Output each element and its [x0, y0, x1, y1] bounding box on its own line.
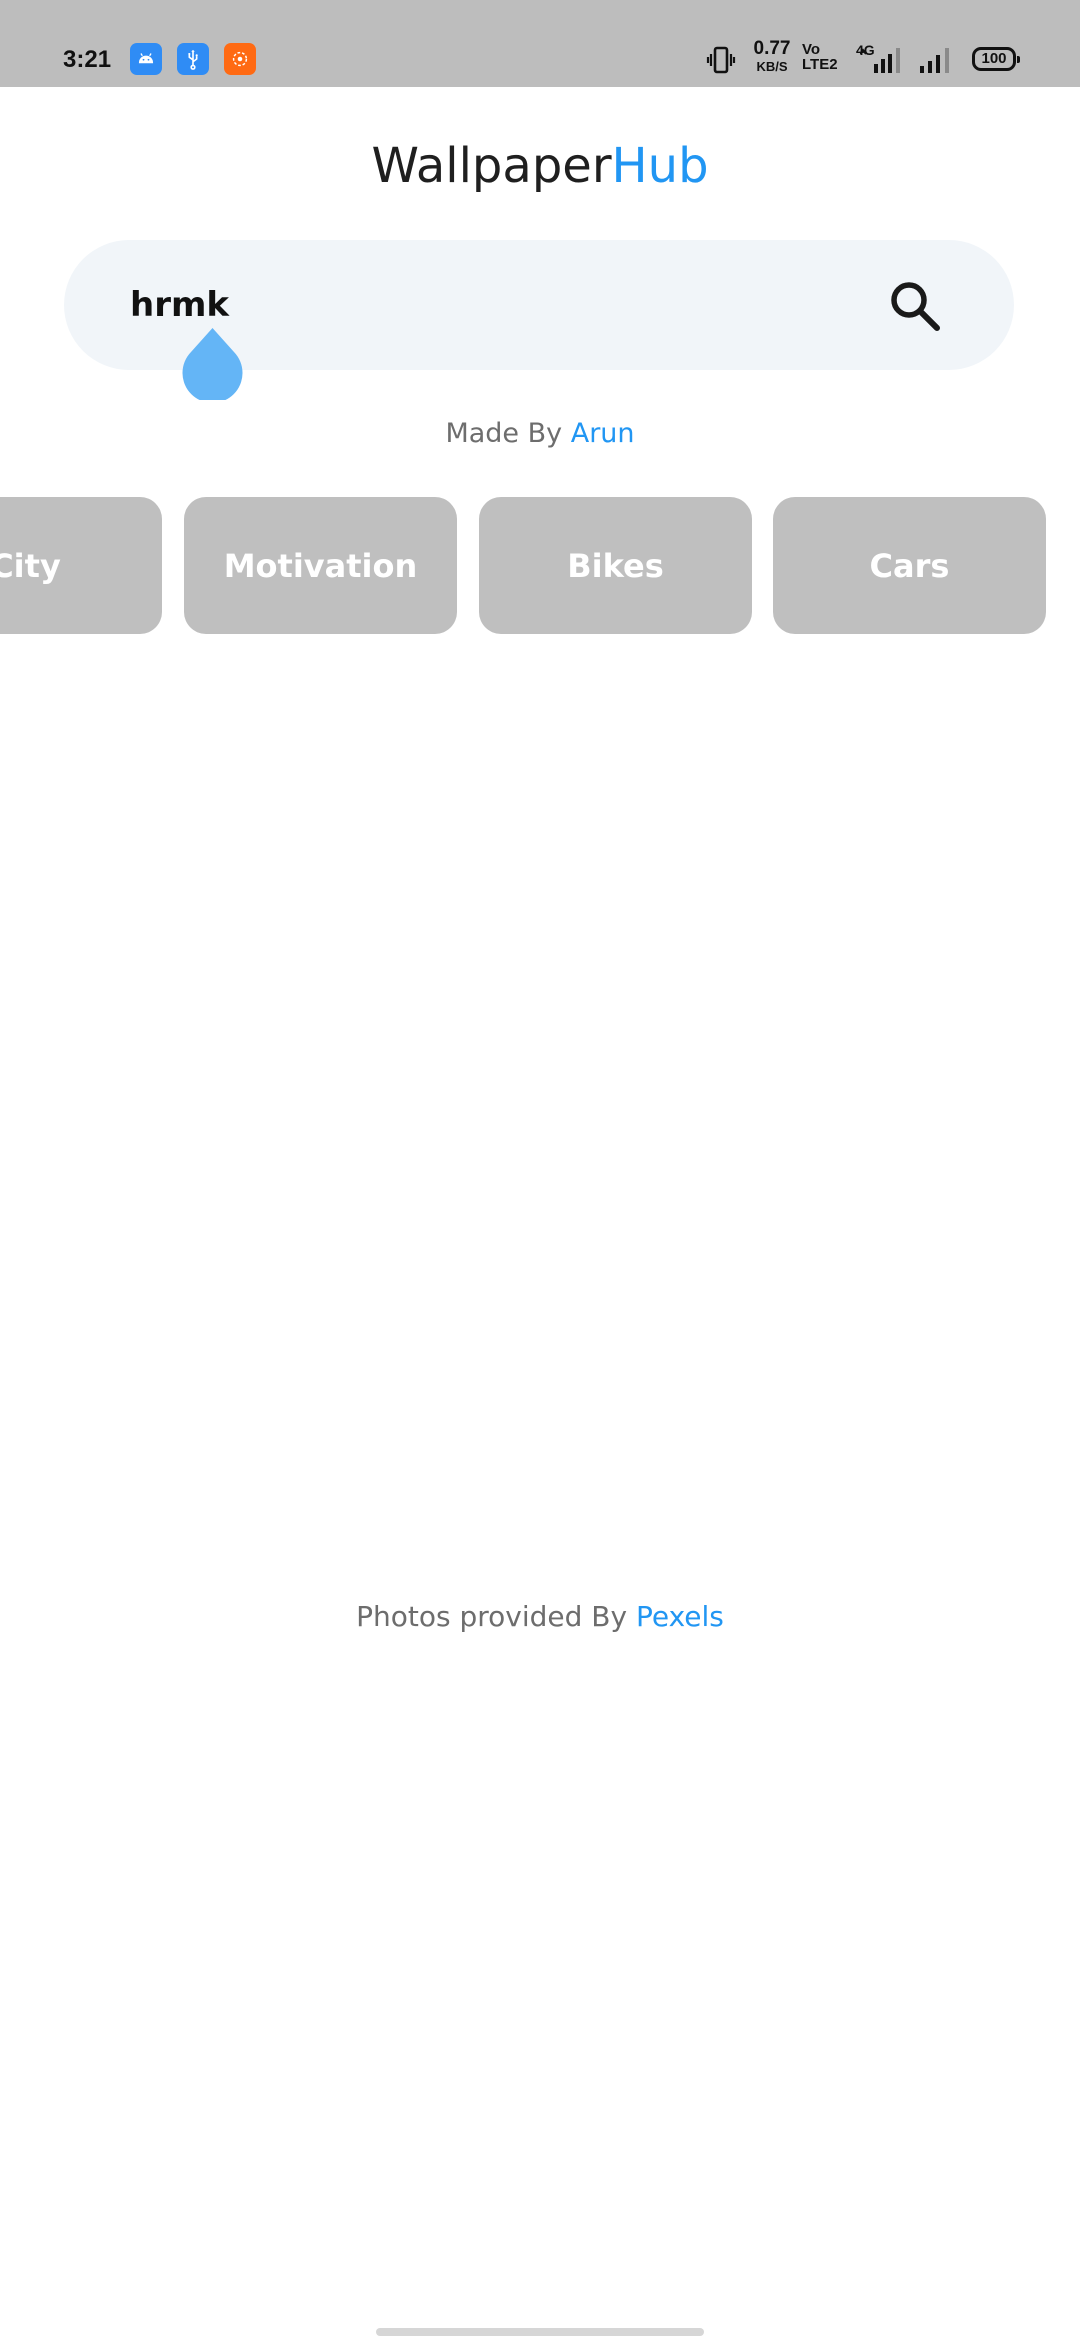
category-motivation[interactable]: Motivation — [184, 497, 457, 634]
signal-4g-icon — [860, 48, 900, 73]
battery-indicator: 100 — [972, 47, 1020, 71]
category-bikes[interactable]: Bikes — [479, 497, 752, 634]
app-title: WallpaperHub — [0, 138, 1080, 194]
status-bar: 3:21 0.77 KB/S Vo LTE2 4G 100 — [0, 0, 1080, 87]
app-title-part2: Hub — [611, 138, 709, 194]
search-input[interactable] — [130, 280, 830, 330]
vibrate-icon — [706, 46, 736, 74]
category-cars[interactable]: Cars — [773, 497, 1046, 634]
photo-credit: Photos provided By Pexels — [0, 1600, 1080, 1633]
category-list: City Motivation Bikes Cars — [0, 497, 1080, 634]
cursor-handle-icon[interactable] — [182, 328, 243, 400]
volte-bottom: LTE2 — [802, 56, 838, 73]
volte-indicator: Vo LTE2 — [802, 42, 838, 72]
screen-recorder-icon — [224, 43, 256, 75]
volte-top: Vo — [802, 41, 821, 58]
network-speed: 0.77 KB/S — [750, 39, 794, 73]
made-by-credit: Made By Arun — [0, 418, 1080, 449]
made-by-prefix: Made By — [445, 418, 563, 449]
category-city[interactable]: City — [0, 497, 162, 634]
category-label: Motivation — [223, 546, 418, 585]
home-indicator[interactable] — [376, 2328, 704, 2336]
signal-icon — [920, 48, 949, 73]
pexels-link[interactable]: Pexels — [636, 1600, 724, 1633]
category-label: Bikes — [567, 546, 664, 585]
category-label: Cars — [869, 546, 950, 585]
search-icon — [891, 282, 940, 331]
category-label: City — [0, 546, 61, 585]
android-icon — [130, 43, 162, 75]
search-button[interactable] — [884, 275, 946, 337]
app-title-part1: Wallpaper — [371, 138, 612, 194]
author-link[interactable]: Arun — [571, 418, 635, 449]
status-time: 3:21 — [63, 46, 112, 73]
network-speed-value: 0.77 — [753, 38, 791, 59]
network-speed-unit: KB/S — [756, 59, 788, 74]
credit-prefix: Photos provided By — [356, 1600, 628, 1633]
usb-icon — [177, 43, 209, 75]
